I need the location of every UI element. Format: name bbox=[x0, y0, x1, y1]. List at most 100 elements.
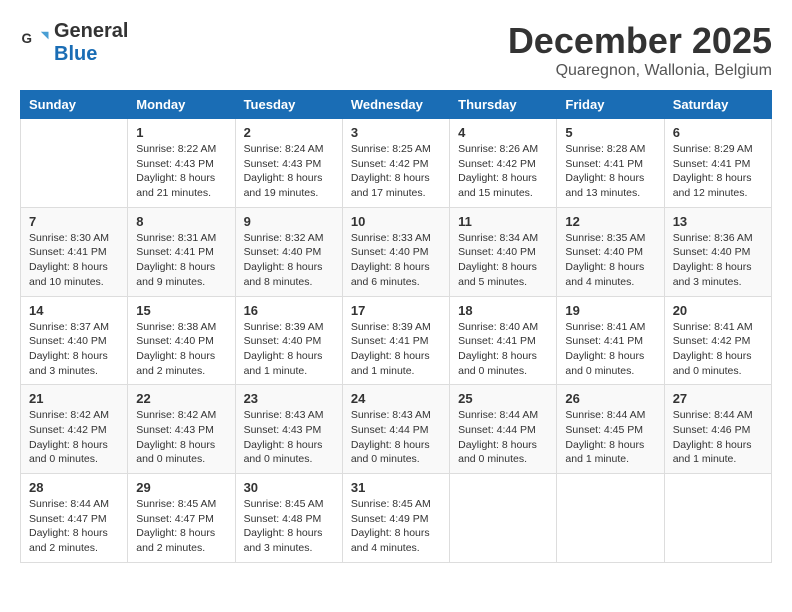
day-info: Sunrise: 8:44 AMSunset: 4:45 PMDaylight:… bbox=[565, 408, 655, 467]
day-info: Sunrise: 8:39 AMSunset: 4:41 PMDaylight:… bbox=[351, 320, 441, 379]
calendar-cell: 15 Sunrise: 8:38 AMSunset: 4:40 PMDayligh… bbox=[128, 296, 235, 385]
calendar-table: SundayMondayTuesdayWednesdayThursdayFrid… bbox=[20, 90, 772, 563]
calendar-cell bbox=[557, 474, 664, 563]
calendar-day-header: Monday bbox=[128, 91, 235, 119]
day-info: Sunrise: 8:44 AMSunset: 4:44 PMDaylight:… bbox=[458, 408, 548, 467]
day-number: 11 bbox=[458, 214, 548, 229]
calendar-cell: 10 Sunrise: 8:33 AMSunset: 4:40 PMDayligh… bbox=[342, 207, 449, 296]
calendar-cell: 21 Sunrise: 8:42 AMSunset: 4:42 PMDayligh… bbox=[21, 385, 128, 474]
calendar-cell: 29 Sunrise: 8:45 AMSunset: 4:47 PMDayligh… bbox=[128, 474, 235, 563]
calendar-cell: 27Sunrise: 8:44 AMSunset: 4:46 PMDayligh… bbox=[664, 385, 771, 474]
day-number: 8 bbox=[136, 214, 226, 229]
day-number: 13 bbox=[673, 214, 763, 229]
calendar-cell: 3 Sunrise: 8:25 AMSunset: 4:42 PMDaylight… bbox=[342, 119, 449, 208]
day-number: 22 bbox=[136, 391, 226, 406]
day-info: Sunrise: 8:30 AMSunset: 4:41 PMDaylight:… bbox=[29, 231, 119, 290]
calendar-cell: 22 Sunrise: 8:42 AMSunset: 4:43 PMDayligh… bbox=[128, 385, 235, 474]
day-number: 3 bbox=[351, 125, 441, 140]
day-info: Sunrise: 8:24 AMSunset: 4:43 PMDaylight:… bbox=[244, 142, 334, 201]
day-number: 12 bbox=[565, 214, 655, 229]
calendar-header-row: SundayMondayTuesdayWednesdayThursdayFrid… bbox=[21, 91, 772, 119]
calendar-cell: 9 Sunrise: 8:32 AMSunset: 4:40 PMDaylight… bbox=[235, 207, 342, 296]
day-info: Sunrise: 8:43 AMSunset: 4:44 PMDaylight:… bbox=[351, 408, 441, 467]
calendar-cell: 31 Sunrise: 8:45 AMSunset: 4:49 PMDayligh… bbox=[342, 474, 449, 563]
day-info: Sunrise: 8:39 AMSunset: 4:40 PMDaylight:… bbox=[244, 320, 334, 379]
day-number: 28 bbox=[29, 480, 119, 495]
calendar-cell bbox=[21, 119, 128, 208]
month-title: December 2025 bbox=[508, 20, 772, 62]
calendar-cell: 5 Sunrise: 8:28 AMSunset: 4:41 PMDaylight… bbox=[557, 119, 664, 208]
location-subtitle: Quaregnon, Wallonia, Belgium bbox=[508, 62, 772, 80]
day-number: 26 bbox=[565, 391, 655, 406]
calendar-cell: 12 Sunrise: 8:35 AMSunset: 4:40 PMDayligh… bbox=[557, 207, 664, 296]
day-number: 25 bbox=[458, 391, 548, 406]
calendar-cell: 28Sunrise: 8:44 AMSunset: 4:47 PMDayligh… bbox=[21, 474, 128, 563]
day-info: Sunrise: 8:42 AMSunset: 4:43 PMDaylight:… bbox=[136, 408, 226, 467]
day-info: Sunrise: 8:38 AMSunset: 4:40 PMDaylight:… bbox=[136, 320, 226, 379]
day-number: 6 bbox=[673, 125, 763, 140]
day-number: 17 bbox=[351, 303, 441, 318]
day-info: Sunrise: 8:37 AMSunset: 4:40 PMDaylight:… bbox=[29, 320, 119, 379]
day-number: 21 bbox=[29, 391, 119, 406]
day-info: Sunrise: 8:33 AMSunset: 4:40 PMDaylight:… bbox=[351, 231, 441, 290]
calendar-week-row: 1Sunrise: 8:22 AMSunset: 4:43 PMDaylight… bbox=[21, 119, 772, 208]
calendar-day-header: Wednesday bbox=[342, 91, 449, 119]
day-info: Sunrise: 8:25 AMSunset: 4:42 PMDaylight:… bbox=[351, 142, 441, 201]
calendar-cell: 18 Sunrise: 8:40 AMSunset: 4:41 PMDayligh… bbox=[450, 296, 557, 385]
day-number: 18 bbox=[458, 303, 548, 318]
day-info: Sunrise: 8:35 AMSunset: 4:40 PMDaylight:… bbox=[565, 231, 655, 290]
day-number: 31 bbox=[351, 480, 441, 495]
calendar-cell bbox=[450, 474, 557, 563]
day-info: Sunrise: 8:45 AMSunset: 4:49 PMDaylight:… bbox=[351, 497, 441, 556]
calendar-cell: 8Sunrise: 8:31 AMSunset: 4:41 PMDaylight… bbox=[128, 207, 235, 296]
day-number: 15 bbox=[136, 303, 226, 318]
calendar-cell: 2Sunrise: 8:24 AMSunset: 4:43 PMDaylight… bbox=[235, 119, 342, 208]
day-info: Sunrise: 8:40 AMSunset: 4:41 PMDaylight:… bbox=[458, 320, 548, 379]
logo-blue: Blue bbox=[54, 43, 97, 65]
title-block: December 2025 Quaregnon, Wallonia, Belgi… bbox=[508, 20, 772, 80]
calendar-cell: 20 Sunrise: 8:41 AMSunset: 4:42 PMDayligh… bbox=[664, 296, 771, 385]
calendar-day-header: Thursday bbox=[450, 91, 557, 119]
logo-general: General bbox=[54, 20, 128, 42]
day-number: 10 bbox=[351, 214, 441, 229]
day-number: 16 bbox=[244, 303, 334, 318]
day-info: Sunrise: 8:32 AMSunset: 4:40 PMDaylight:… bbox=[244, 231, 334, 290]
day-info: Sunrise: 8:29 AMSunset: 4:41 PMDaylight:… bbox=[673, 142, 763, 201]
calendar-day-header: Tuesday bbox=[235, 91, 342, 119]
day-number: 14 bbox=[29, 303, 119, 318]
day-number: 30 bbox=[244, 480, 334, 495]
calendar-cell bbox=[664, 474, 771, 563]
calendar-week-row: 28Sunrise: 8:44 AMSunset: 4:47 PMDayligh… bbox=[21, 474, 772, 563]
day-number: 5 bbox=[565, 125, 655, 140]
calendar-cell: 25 Sunrise: 8:44 AMSunset: 4:44 PMDayligh… bbox=[450, 385, 557, 474]
day-info: Sunrise: 8:34 AMSunset: 4:40 PMDaylight:… bbox=[458, 231, 548, 290]
day-info: Sunrise: 8:45 AMSunset: 4:47 PMDaylight:… bbox=[136, 497, 226, 556]
calendar-cell: 11 Sunrise: 8:34 AMSunset: 4:40 PMDayligh… bbox=[450, 207, 557, 296]
calendar-cell: 16 Sunrise: 8:39 AMSunset: 4:40 PMDayligh… bbox=[235, 296, 342, 385]
calendar-cell: 17 Sunrise: 8:39 AMSunset: 4:41 PMDayligh… bbox=[342, 296, 449, 385]
day-info: Sunrise: 8:41 AMSunset: 4:41 PMDaylight:… bbox=[565, 320, 655, 379]
day-number: 7 bbox=[29, 214, 119, 229]
logo: G General Blue bbox=[20, 20, 128, 66]
calendar-cell: 19Sunrise: 8:41 AMSunset: 4:41 PMDayligh… bbox=[557, 296, 664, 385]
calendar-week-row: 21 Sunrise: 8:42 AMSunset: 4:42 PMDayligh… bbox=[21, 385, 772, 474]
day-number: 29 bbox=[136, 480, 226, 495]
day-info: Sunrise: 8:41 AMSunset: 4:42 PMDaylight:… bbox=[673, 320, 763, 379]
day-number: 9 bbox=[244, 214, 334, 229]
calendar-cell: 6 Sunrise: 8:29 AMSunset: 4:41 PMDaylight… bbox=[664, 119, 771, 208]
calendar-cell: 13Sunrise: 8:36 AMSunset: 4:40 PMDayligh… bbox=[664, 207, 771, 296]
day-number: 1 bbox=[136, 125, 226, 140]
calendar-day-header: Saturday bbox=[664, 91, 771, 119]
day-info: Sunrise: 8:42 AMSunset: 4:42 PMDaylight:… bbox=[29, 408, 119, 467]
calendar-cell: 14 Sunrise: 8:37 AMSunset: 4:40 PMDayligh… bbox=[21, 296, 128, 385]
day-info: Sunrise: 8:28 AMSunset: 4:41 PMDaylight:… bbox=[565, 142, 655, 201]
day-number: 24 bbox=[351, 391, 441, 406]
calendar-day-header: Friday bbox=[557, 91, 664, 119]
day-number: 20 bbox=[673, 303, 763, 318]
day-info: Sunrise: 8:45 AMSunset: 4:48 PMDaylight:… bbox=[244, 497, 334, 556]
calendar-cell: 23Sunrise: 8:43 AMSunset: 4:43 PMDayligh… bbox=[235, 385, 342, 474]
day-info: Sunrise: 8:44 AMSunset: 4:46 PMDaylight:… bbox=[673, 408, 763, 467]
day-number: 23 bbox=[244, 391, 334, 406]
calendar-week-row: 7 Sunrise: 8:30 AMSunset: 4:41 PMDaylight… bbox=[21, 207, 772, 296]
page-header: G General Blue December 2025 Quaregnon, … bbox=[20, 20, 772, 80]
